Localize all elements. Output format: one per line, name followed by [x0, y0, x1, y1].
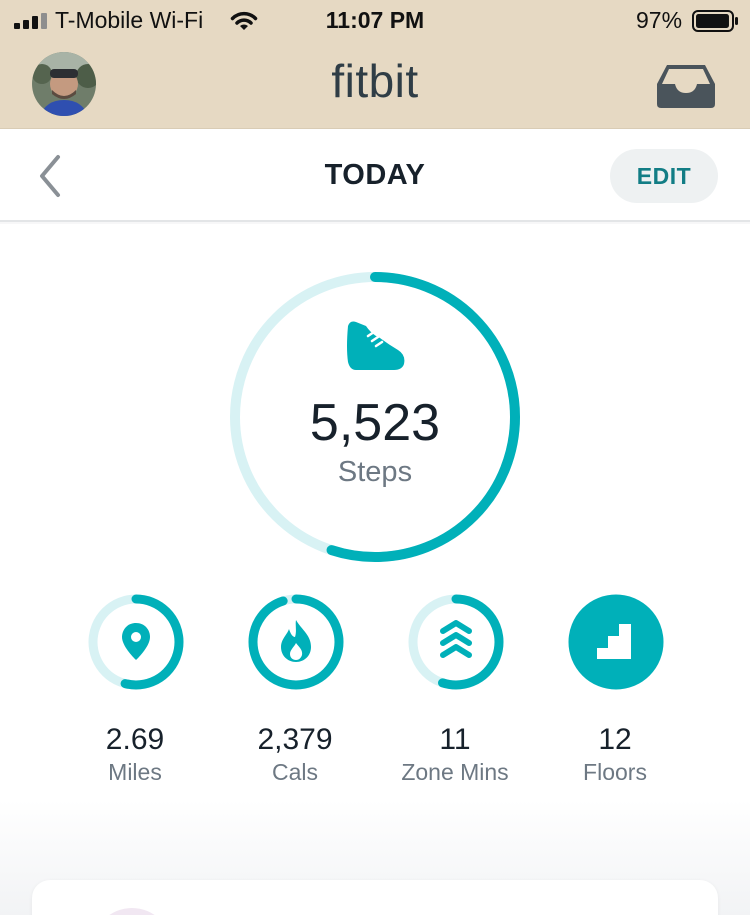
next-tile-card[interactable] — [32, 880, 718, 915]
miles-progress-ring — [88, 594, 184, 690]
zone-mins-label: Zone Mins — [401, 759, 509, 785]
inbox-tray-icon — [657, 65, 715, 108]
miles-value: 2.69 — [105, 723, 165, 756]
battery-percent: 97% — [636, 7, 683, 33]
floors-progress-ring — [568, 594, 664, 690]
date-nav-bar: TODAY EDIT — [0, 129, 750, 222]
app-header: fitbit — [0, 40, 750, 129]
edit-button[interactable]: EDIT — [610, 149, 718, 203]
cals-progress-ring — [248, 594, 344, 690]
cals-label: Cals — [271, 759, 318, 785]
shoe-icon — [347, 321, 405, 370]
zone-mins-progress-ring — [408, 594, 504, 690]
flame-icon — [281, 620, 311, 662]
zone-mins-value: 11 — [439, 723, 471, 756]
steps-value: 5,523 — [309, 394, 441, 452]
steps-label: Steps — [337, 456, 413, 488]
chevrons-up-icon — [440, 620, 472, 658]
fitbit-logo: fitbit — [331, 55, 419, 107]
floors-label: Floors — [583, 759, 647, 785]
status-bar: T-Mobile Wi-Fi 11:07 PM 97% — [0, 0, 750, 40]
battery-icon — [692, 10, 738, 32]
map-pin-icon — [122, 623, 150, 660]
cals-value: 2,379 — [257, 723, 333, 756]
inbox-button[interactable] — [655, 62, 717, 110]
floors-value: 12 — [598, 723, 632, 756]
miles-label: Miles — [108, 759, 162, 785]
tile-icon — [92, 908, 172, 915]
